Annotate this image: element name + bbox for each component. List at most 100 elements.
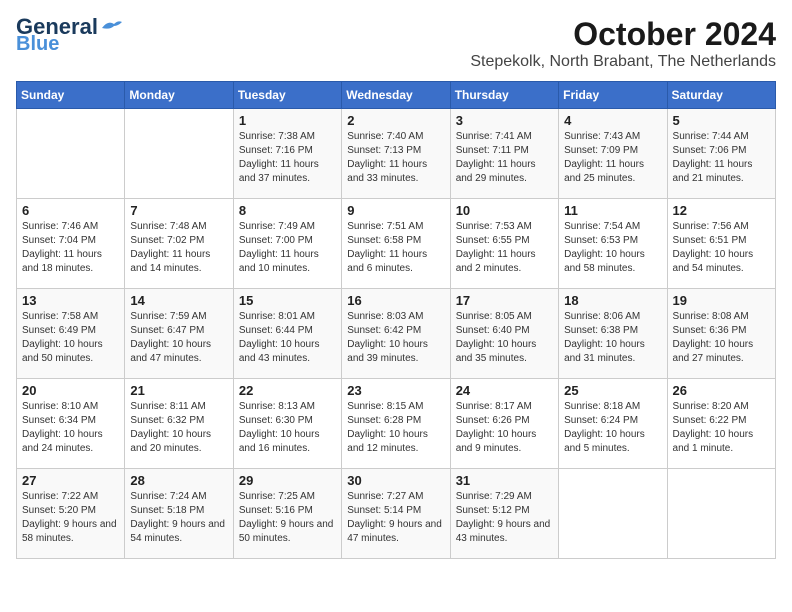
day-info: Sunrise: 8:06 AM Sunset: 6:38 PM Dayligh… [564, 310, 661, 366]
day-info: Sunrise: 7:24 AM Sunset: 5:18 PM Dayligh… [130, 490, 227, 546]
day-number: 29 [239, 473, 336, 488]
calendar-cell [559, 469, 667, 559]
calendar-table: SundayMondayTuesdayWednesdayThursdayFrid… [16, 81, 776, 559]
day-number: 22 [239, 383, 336, 398]
calendar-cell: 28 Sunrise: 7:24 AM Sunset: 5:18 PM Dayli… [125, 469, 233, 559]
calendar-cell: 29 Sunrise: 7:25 AM Sunset: 5:16 PM Dayli… [233, 469, 341, 559]
day-number: 8 [239, 203, 336, 218]
calendar-cell: 24 Sunrise: 8:17 AM Sunset: 6:26 PM Dayli… [450, 379, 558, 469]
weekday-header-wednesday: Wednesday [342, 82, 450, 109]
day-number: 16 [347, 293, 444, 308]
day-info: Sunrise: 7:29 AM Sunset: 5:12 PM Dayligh… [456, 490, 553, 546]
day-number: 23 [347, 383, 444, 398]
day-number: 28 [130, 473, 227, 488]
month-title: October 2024 [470, 16, 776, 53]
day-info: Sunrise: 8:20 AM Sunset: 6:22 PM Dayligh… [673, 400, 770, 456]
day-info: Sunrise: 8:18 AM Sunset: 6:24 PM Dayligh… [564, 400, 661, 456]
day-info: Sunrise: 8:17 AM Sunset: 6:26 PM Dayligh… [456, 400, 553, 456]
logo-bird-icon [100, 18, 122, 36]
calendar-cell: 25Sunrise: 8:18 AM Sunset: 6:24 PM Dayli… [559, 379, 667, 469]
day-number: 1 [239, 113, 336, 128]
day-info: Sunrise: 7:51 AM Sunset: 6:58 PM Dayligh… [347, 220, 444, 276]
day-info: Sunrise: 7:25 AM Sunset: 5:16 PM Dayligh… [239, 490, 336, 546]
calendar-cell: 4 Sunrise: 7:43 AM Sunset: 7:09 PM Daylig… [559, 109, 667, 199]
day-number: 12 [673, 203, 770, 218]
weekday-header-saturday: Saturday [667, 82, 775, 109]
calendar-cell: 9Sunrise: 7:51 AM Sunset: 6:58 PM Daylig… [342, 199, 450, 289]
day-info: Sunrise: 7:44 AM Sunset: 7:06 PM Dayligh… [673, 130, 770, 186]
calendar-cell: 26 Sunrise: 8:20 AM Sunset: 6:22 PM Dayli… [667, 379, 775, 469]
day-info: Sunrise: 7:56 AM Sunset: 6:51 PM Dayligh… [673, 220, 770, 276]
calendar-cell: 30 Sunrise: 7:27 AM Sunset: 5:14 PM Dayli… [342, 469, 450, 559]
day-number: 11 [564, 203, 661, 218]
day-number: 17 [456, 293, 553, 308]
day-number: 13 [22, 293, 119, 308]
logo-blue: Blue [16, 34, 59, 54]
weekday-header-sunday: Sunday [17, 82, 125, 109]
weekday-header-tuesday: Tuesday [233, 82, 341, 109]
calendar-cell: 10Sunrise: 7:53 AM Sunset: 6:55 PM Dayli… [450, 199, 558, 289]
calendar-cell: 1Sunrise: 7:38 AM Sunset: 7:16 PM Daylig… [233, 109, 341, 199]
location-title: Stepekolk, North Brabant, The Netherland… [470, 53, 776, 71]
calendar-cell [667, 469, 775, 559]
day-number: 21 [130, 383, 227, 398]
day-number: 24 [456, 383, 553, 398]
day-info: Sunrise: 7:46 AM Sunset: 7:04 PM Dayligh… [22, 220, 119, 276]
day-info: Sunrise: 8:01 AM Sunset: 6:44 PM Dayligh… [239, 310, 336, 366]
day-info: Sunrise: 7:43 AM Sunset: 7:09 PM Dayligh… [564, 130, 661, 186]
calendar-cell: 13Sunrise: 7:58 AM Sunset: 6:49 PM Dayli… [17, 289, 125, 379]
calendar-cell: 5 Sunrise: 7:44 AM Sunset: 7:06 PM Daylig… [667, 109, 775, 199]
day-info: Sunrise: 7:22 AM Sunset: 5:20 PM Dayligh… [22, 490, 119, 546]
day-info: Sunrise: 8:10 AM Sunset: 6:34 PM Dayligh… [22, 400, 119, 456]
weekday-header-friday: Friday [559, 82, 667, 109]
day-number: 31 [456, 473, 553, 488]
day-number: 20 [22, 383, 119, 398]
day-number: 26 [673, 383, 770, 398]
day-number: 15 [239, 293, 336, 308]
calendar-cell [17, 109, 125, 199]
title-block: October 2024 Stepekolk, North Brabant, T… [470, 16, 776, 71]
day-number: 4 [564, 113, 661, 128]
weekday-header-monday: Monday [125, 82, 233, 109]
day-info: Sunrise: 8:11 AM Sunset: 6:32 PM Dayligh… [130, 400, 227, 456]
day-info: Sunrise: 8:05 AM Sunset: 6:40 PM Dayligh… [456, 310, 553, 366]
day-info: Sunrise: 7:49 AM Sunset: 7:00 PM Dayligh… [239, 220, 336, 276]
calendar-cell: 3 Sunrise: 7:41 AM Sunset: 7:11 PM Daylig… [450, 109, 558, 199]
calendar-cell: 18 Sunrise: 8:06 AM Sunset: 6:38 PM Dayli… [559, 289, 667, 379]
day-info: Sunrise: 8:15 AM Sunset: 6:28 PM Dayligh… [347, 400, 444, 456]
weekday-header-thursday: Thursday [450, 82, 558, 109]
day-number: 30 [347, 473, 444, 488]
logo: General Blue [16, 16, 122, 54]
calendar-cell: 11Sunrise: 7:54 AM Sunset: 6:53 PM Dayli… [559, 199, 667, 289]
day-number: 14 [130, 293, 227, 308]
day-number: 2 [347, 113, 444, 128]
day-info: Sunrise: 7:40 AM Sunset: 7:13 PM Dayligh… [347, 130, 444, 186]
day-number: 5 [673, 113, 770, 128]
day-number: 6 [22, 203, 119, 218]
calendar-cell: 19 Sunrise: 8:08 AM Sunset: 6:36 PM Dayli… [667, 289, 775, 379]
calendar-cell: 23 Sunrise: 8:15 AM Sunset: 6:28 PM Dayli… [342, 379, 450, 469]
day-number: 19 [673, 293, 770, 308]
calendar-week-row: 20 Sunrise: 8:10 AM Sunset: 6:34 PM Dayli… [17, 379, 776, 469]
day-info: Sunrise: 7:27 AM Sunset: 5:14 PM Dayligh… [347, 490, 444, 546]
day-info: Sunrise: 7:41 AM Sunset: 7:11 PM Dayligh… [456, 130, 553, 186]
day-number: 3 [456, 113, 553, 128]
day-info: Sunrise: 7:59 AM Sunset: 6:47 PM Dayligh… [130, 310, 227, 366]
calendar-cell: 21 Sunrise: 8:11 AM Sunset: 6:32 PM Dayli… [125, 379, 233, 469]
calendar-cell [125, 109, 233, 199]
calendar-cell: 14 Sunrise: 7:59 AM Sunset: 6:47 PM Dayli… [125, 289, 233, 379]
calendar-week-row: 1Sunrise: 7:38 AM Sunset: 7:16 PM Daylig… [17, 109, 776, 199]
calendar-week-row: 6 Sunrise: 7:46 AM Sunset: 7:04 PM Daylig… [17, 199, 776, 289]
calendar-cell: 15 Sunrise: 8:01 AM Sunset: 6:44 PM Dayli… [233, 289, 341, 379]
calendar-cell: 31 Sunrise: 7:29 AM Sunset: 5:12 PM Dayli… [450, 469, 558, 559]
calendar-cell: 17 Sunrise: 8:05 AM Sunset: 6:40 PM Dayli… [450, 289, 558, 379]
calendar-cell: 27 Sunrise: 7:22 AM Sunset: 5:20 PM Dayli… [17, 469, 125, 559]
day-number: 27 [22, 473, 119, 488]
day-info: Sunrise: 8:13 AM Sunset: 6:30 PM Dayligh… [239, 400, 336, 456]
day-info: Sunrise: 8:03 AM Sunset: 6:42 PM Dayligh… [347, 310, 444, 366]
day-info: Sunrise: 8:08 AM Sunset: 6:36 PM Dayligh… [673, 310, 770, 366]
day-number: 7 [130, 203, 227, 218]
calendar-week-row: 13Sunrise: 7:58 AM Sunset: 6:49 PM Dayli… [17, 289, 776, 379]
calendar-cell: 20 Sunrise: 8:10 AM Sunset: 6:34 PM Dayli… [17, 379, 125, 469]
day-number: 18 [564, 293, 661, 308]
